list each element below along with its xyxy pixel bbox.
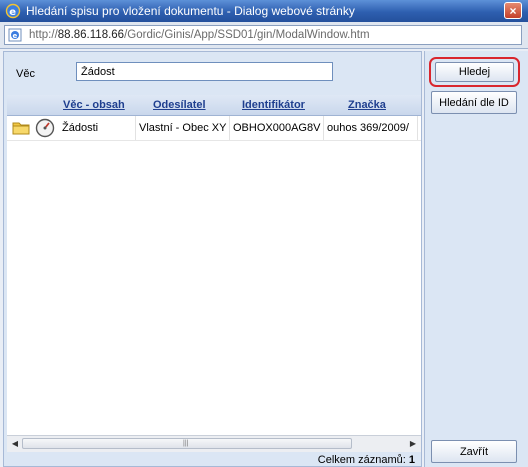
table-row[interactable]: Žádosti Vlastní - Obec XY OBHOX000AG8V o… (7, 116, 421, 141)
main-panel: Věc Věc - obsah Odesílatel Identifikátor… (3, 51, 422, 467)
column-header-znacka[interactable]: Značka (348, 99, 386, 111)
vec-input[interactable] (76, 62, 333, 81)
cell-znacka: ouhos 369/2009/ (324, 116, 418, 140)
gauge-icon[interactable] (35, 118, 55, 138)
cell-odesilatel: Vlastní - Obec XY (136, 116, 230, 140)
address-bar: e http://88.86.118.66/Gordic/Ginis/App/S… (0, 22, 528, 49)
page-icon: e (8, 28, 22, 42)
url-host: 88.86.118.66 (57, 29, 125, 41)
scroll-left-icon[interactable]: ◀ (9, 438, 21, 450)
title-bar: e Hledání spisu pro vložení dokumentu - … (0, 0, 528, 22)
close-window-button[interactable]: × (504, 2, 522, 19)
record-count-value: 1 (408, 454, 415, 466)
column-header-odesilatel[interactable]: Odesílatel (153, 99, 206, 111)
address-field[interactable]: e http://88.86.118.66/Gordic/Ginis/App/S… (4, 25, 522, 45)
record-count: Celkem záznamů: 1 (318, 454, 415, 466)
svg-text:e: e (9, 7, 16, 18)
scroll-right-icon[interactable]: ▶ (407, 438, 419, 450)
action-sidebar: Hledej Hledání dle ID Zavřít (424, 51, 528, 467)
cell-d: 3 (418, 116, 421, 140)
url-prefix: http:// (29, 29, 58, 41)
scrollbar-thumb[interactable]: ||| (22, 438, 352, 449)
cell-vec: Žádosti (59, 116, 136, 140)
ie-icon: e (5, 3, 21, 19)
search-by-id-button[interactable]: Hledání dle ID (431, 91, 517, 114)
vec-label: Věc (16, 68, 35, 80)
folder-icon[interactable] (12, 120, 30, 135)
url-path: /Gordic/Ginis/App/SSD01/gin/ModalWindow.… (124, 29, 370, 41)
grid-header: Věc - obsah Odesílatel Identifikátor Zna… (7, 95, 421, 116)
grip-icon: ||| (183, 440, 189, 447)
column-header-identifikator[interactable]: Identifikátor (242, 99, 305, 111)
horizontal-scrollbar[interactable]: ◀ ||| ▶ (7, 435, 421, 452)
record-count-label: Celkem záznamů: (317, 454, 406, 466)
search-button[interactable]: Hledej (435, 62, 514, 82)
cell-identifikator: OBHOX000AG8V (230, 116, 324, 140)
svg-text:e: e (13, 32, 18, 40)
results-grid: Věc - obsah Odesílatel Identifikátor Zna… (7, 95, 421, 435)
search-button-highlight: Hledej (429, 57, 520, 87)
window-title: Hledání spisu pro vložení dokumentu - Di… (26, 4, 355, 18)
close-button[interactable]: Zavřít (431, 440, 517, 463)
url-text: http://88.86.118.66/Gordic/Ginis/App/SSD… (29, 29, 370, 41)
column-header-vec[interactable]: Věc - obsah (63, 99, 125, 111)
dialog-window: e Hledání spisu pro vložení dokumentu - … (0, 0, 528, 467)
